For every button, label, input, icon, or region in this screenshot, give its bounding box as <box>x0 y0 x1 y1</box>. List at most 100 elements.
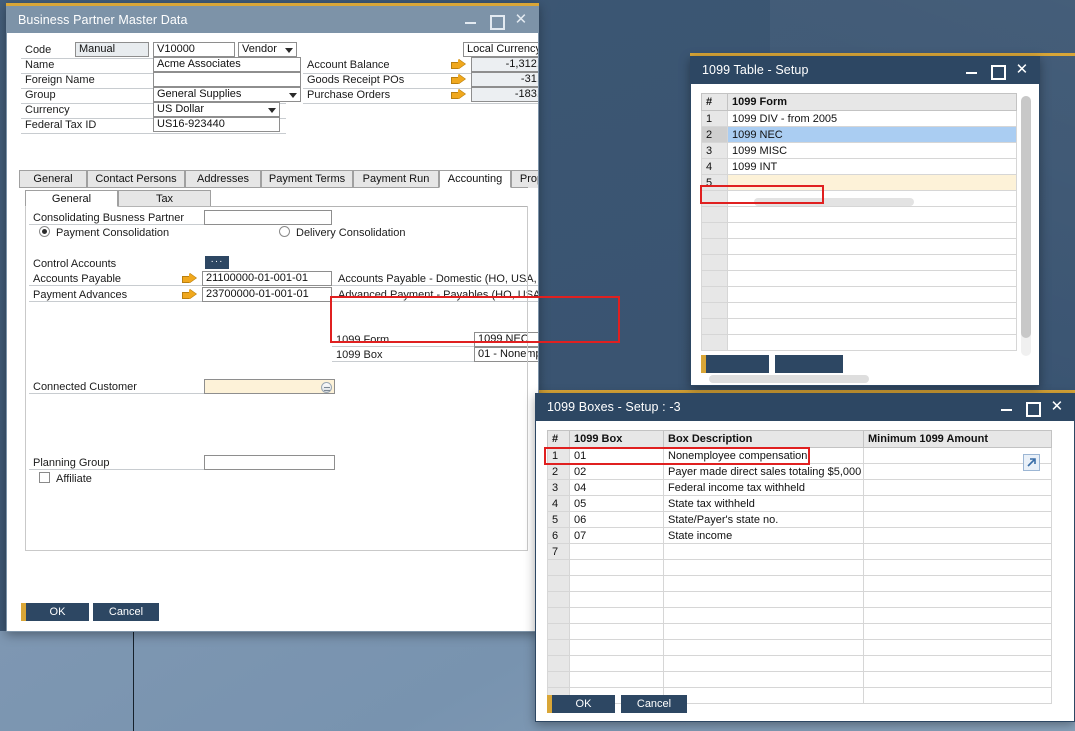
cell-minimum-amount[interactable] <box>864 672 1052 688</box>
code-value-field[interactable]: V10000 <box>153 42 235 57</box>
cell-box-description[interactable]: Federal income tax withheld <box>664 480 864 496</box>
cell-minimum-amount[interactable] <box>864 512 1052 528</box>
table-row-selected[interactable]: 21099 NEC <box>702 127 1017 143</box>
cell-1099-form[interactable] <box>728 271 1017 287</box>
table-row-new[interactable]: 5 <box>702 175 1017 191</box>
cancel-button[interactable] <box>775 355 843 373</box>
table-row[interactable]: 11099 DIV - from 2005 <box>702 111 1017 127</box>
1099-table-title-bar[interactable]: 1099 Table - Setup ✕ <box>690 56 1040 84</box>
col-header-box[interactable]: 1099 Box <box>570 431 664 448</box>
cell-box-description[interactable]: Nonemployee compensation <box>664 448 864 464</box>
balance-currency-select[interactable]: Local Currency <box>463 42 539 57</box>
tab-payment-terms[interactable]: Payment Terms <box>261 170 353 188</box>
table-row[interactable] <box>548 592 1052 608</box>
cell-1099-form[interactable] <box>728 303 1017 319</box>
table-row[interactable] <box>702 287 1017 303</box>
cell-1099-form[interactable] <box>728 287 1017 303</box>
cell-box-description[interactable] <box>664 624 864 640</box>
cell-box-description[interactable] <box>664 608 864 624</box>
cell-minimum-amount[interactable] <box>864 640 1052 656</box>
1099-boxes-title-bar[interactable]: 1099 Boxes - Setup : -3 ✕ <box>535 393 1075 421</box>
cell-1099-box[interactable] <box>570 608 664 624</box>
cell-box-description[interactable] <box>664 656 864 672</box>
maximize-icon[interactable] <box>989 62 1005 78</box>
lookup-icon[interactable] <box>321 382 332 393</box>
tab-payment-run[interactable]: Payment Run <box>353 170 439 188</box>
planning-group-field[interactable] <box>204 455 335 470</box>
1099-table-scrollbar[interactable] <box>1021 96 1031 356</box>
bp-title-bar[interactable]: Business Partner Master Data ✕ <box>6 6 539 33</box>
cell-1099-form[interactable] <box>728 335 1017 351</box>
cell-1099-box[interactable]: 07 <box>570 528 664 544</box>
cell-1099-form[interactable]: 1099 INT <box>728 159 1017 175</box>
subtab-general[interactable]: General <box>25 190 118 207</box>
drill-arrow-icon[interactable] <box>182 289 197 300</box>
expand-arrow-icon[interactable] <box>1023 454 1040 471</box>
table-row[interactable]: 31099 MISC <box>702 143 1017 159</box>
cell-1099-box[interactable] <box>570 592 664 608</box>
cell-box-description[interactable]: Payer made direct sales totaling $5,000 … <box>664 464 864 480</box>
cell-box-description[interactable] <box>664 544 864 560</box>
cell-1099-box[interactable]: 06 <box>570 512 664 528</box>
cell-1099-box[interactable] <box>570 624 664 640</box>
cell-1099-box[interactable] <box>570 656 664 672</box>
cell-minimum-amount[interactable] <box>864 608 1052 624</box>
cell-minimum-amount[interactable] <box>864 656 1052 672</box>
cell-1099-box[interactable] <box>570 576 664 592</box>
code-mode-field[interactable]: Manual <box>75 42 149 57</box>
table-row[interactable]: 7 <box>548 544 1052 560</box>
table-row[interactable] <box>548 576 1052 592</box>
table-row[interactable] <box>548 624 1052 640</box>
table-row[interactable] <box>702 319 1017 335</box>
cell-minimum-amount[interactable] <box>864 496 1052 512</box>
cell-minimum-amount[interactable] <box>864 544 1052 560</box>
cell-1099-box[interactable] <box>570 544 664 560</box>
cell-1099-form[interactable] <box>728 239 1017 255</box>
col-header-min[interactable]: Minimum 1099 Amount <box>864 431 1052 448</box>
tab-accounting[interactable]: Accounting <box>439 170 511 188</box>
table-row[interactable]: 41099 INT <box>702 159 1017 175</box>
col-header-num[interactable]: # <box>702 94 728 111</box>
minimize-icon[interactable] <box>964 62 980 78</box>
table-row[interactable] <box>702 207 1017 223</box>
cell-box-description[interactable]: State income <box>664 528 864 544</box>
close-icon[interactable]: ✕ <box>1049 399 1065 415</box>
tab-general[interactable]: General <box>19 170 87 188</box>
ok-button[interactable] <box>701 355 769 373</box>
cell-1099-form[interactable] <box>728 207 1017 223</box>
accounts-payable-field[interactable]: 21100000-01-001-01 <box>202 271 332 286</box>
cell-minimum-amount[interactable] <box>864 576 1052 592</box>
subtab-tax[interactable]: Tax <box>118 190 211 207</box>
cell-1099-box[interactable]: 05 <box>570 496 664 512</box>
drill-arrow-icon[interactable] <box>182 273 197 284</box>
cell-box-description[interactable] <box>664 560 864 576</box>
maximize-icon[interactable] <box>1024 399 1040 415</box>
cell-1099-box[interactable]: 02 <box>570 464 664 480</box>
cell-1099-box[interactable] <box>570 560 664 576</box>
table-row[interactable]: 101Nonemployee compensation <box>548 448 1052 464</box>
cell-minimum-amount[interactable] <box>864 688 1052 704</box>
cell-1099-form[interactable]: 1099 DIV - from 2005 <box>728 111 1017 127</box>
col-header-num[interactable]: # <box>548 431 570 448</box>
control-accounts-expand-button[interactable]: ··· <box>205 256 229 269</box>
cell-box-description[interactable] <box>664 640 864 656</box>
table-row[interactable]: 202Payer made direct sales totaling $5,0… <box>548 464 1052 480</box>
cell-box-description[interactable]: State/Payer's state no. <box>664 512 864 528</box>
connected-customer-field[interactable] <box>204 379 335 394</box>
cell-1099-box[interactable] <box>570 640 664 656</box>
table-row[interactable] <box>702 303 1017 319</box>
tab-contact-persons[interactable]: Contact Persons <box>87 170 185 188</box>
minimize-icon[interactable] <box>999 399 1015 415</box>
tab-addresses[interactable]: Addresses <box>185 170 261 188</box>
table-row[interactable] <box>548 640 1052 656</box>
table-row[interactable] <box>548 656 1052 672</box>
table-row[interactable] <box>548 560 1052 576</box>
table-row[interactable]: 607State income <box>548 528 1052 544</box>
drill-arrow-icon[interactable] <box>451 74 466 85</box>
cell-box-description[interactable] <box>664 672 864 688</box>
ok-button[interactable]: OK <box>547 695 615 713</box>
table-row[interactable] <box>548 608 1052 624</box>
bp-type-select[interactable]: Vendor <box>238 42 297 57</box>
foreign-name-field[interactable] <box>153 72 301 87</box>
drill-arrow-icon[interactable] <box>451 89 466 100</box>
